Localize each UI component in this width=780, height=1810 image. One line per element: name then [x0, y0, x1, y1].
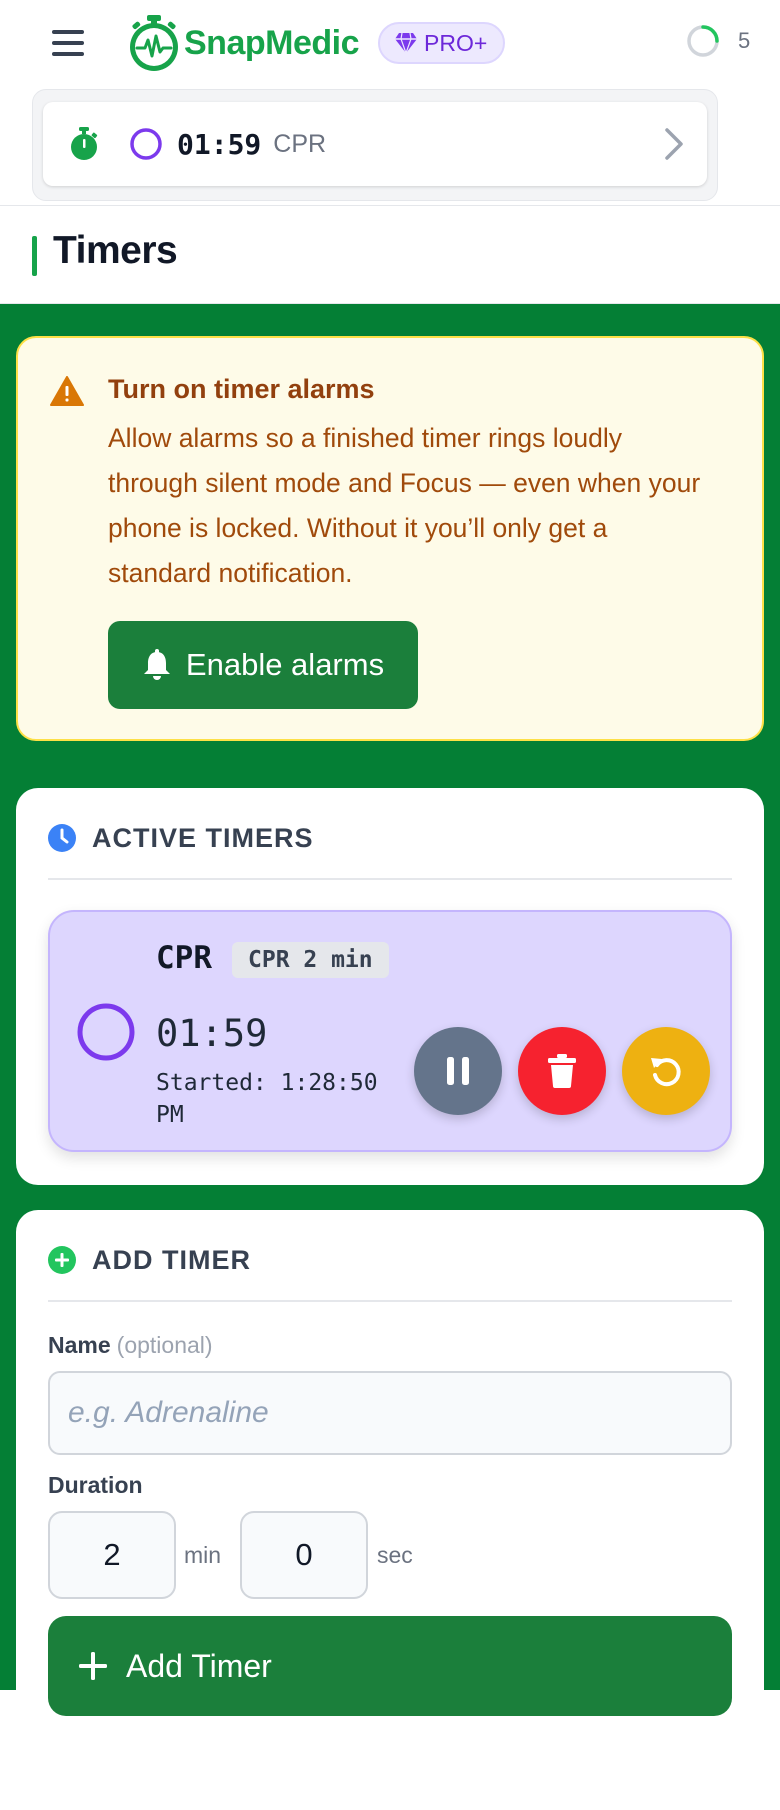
- active-timers-card: ACTIVE TIMERS CPR CPR 2 min 01:59 Starte…: [16, 788, 764, 1185]
- active-timer-time: 01:59: [177, 127, 262, 161]
- pro-badge[interactable]: PRO+: [378, 22, 506, 64]
- add-timer-heading: ADD TIMER: [92, 1245, 251, 1275]
- alert-body: Allow alarms so a finished timer rings l…: [108, 423, 701, 588]
- app-name: SnapMedic: [184, 23, 359, 62]
- add-timer-header: ADD TIMER: [48, 1246, 732, 1302]
- add-timer-button[interactable]: Add Timer: [48, 1616, 732, 1716]
- timer-name-input[interactable]: e.g. Adrenaline: [48, 1371, 732, 1455]
- enable-alarms-label: Enable alarms: [185, 647, 385, 682]
- progress-ring-icon: [130, 128, 162, 160]
- plus-icon: [79, 1652, 107, 1680]
- menu-icon[interactable]: [52, 30, 84, 56]
- page-title-bar: Timers: [0, 206, 780, 304]
- timer-remaining: 01:59: [156, 1012, 268, 1055]
- name-field-label: Name (optional): [48, 1332, 213, 1359]
- active-timer-pill[interactable]: 01:59 CPR: [43, 102, 707, 186]
- sync-count: 5: [738, 28, 751, 53]
- reset-timer-button[interactable]: [622, 1027, 710, 1115]
- sync-status[interactable]: 5: [686, 24, 750, 58]
- pause-icon: [447, 1057, 469, 1085]
- enable-alarms-button[interactable]: Enable alarms: [108, 621, 418, 709]
- diamond-icon: [395, 32, 417, 54]
- timer-progress-ring: [77, 1003, 135, 1061]
- chevron-right-icon: [665, 128, 683, 160]
- alert-title: Turn on timer alarms: [108, 374, 375, 404]
- timer-item: CPR CPR 2 min 01:59 Started: 1:28:50 PM: [48, 910, 732, 1152]
- alarm-permission-alert: Turn on timer alarms Allow alarms so a f…: [16, 336, 764, 741]
- pause-timer-button[interactable]: [414, 1027, 502, 1115]
- pro-badge-label: PRO+: [424, 29, 488, 56]
- title-accent: [32, 236, 37, 276]
- name-label: Name: [48, 1332, 111, 1358]
- active-timers-heading: ACTIVE TIMERS: [92, 823, 314, 853]
- stopwatch-heart-logo-icon: [130, 15, 178, 71]
- clock-icon: [48, 824, 76, 852]
- bell-icon: [143, 649, 170, 680]
- main-content: Turn on timer alarms Allow alarms so a f…: [0, 304, 780, 1810]
- minutes-unit: min: [184, 1542, 222, 1568]
- warning-icon: [50, 376, 84, 406]
- delete-timer-button[interactable]: [518, 1027, 606, 1115]
- trash-icon: [548, 1054, 576, 1088]
- app-header: SnapMedic PRO+ 5 01:59 CPR: [0, 0, 780, 206]
- duration-label: Duration: [48, 1472, 143, 1498]
- seconds-unit: sec: [377, 1542, 413, 1568]
- active-timer-label: CPR: [273, 129, 327, 158]
- app-logo[interactable]: SnapMedic: [128, 14, 359, 72]
- page-title: Timers: [53, 229, 178, 272]
- seconds-input[interactable]: 0: [240, 1511, 368, 1599]
- reset-icon: [651, 1058, 681, 1087]
- add-timer-card: ADD TIMER Name (optional) e.g. Adrenaline…: [16, 1210, 764, 1810]
- stopwatch-icon: [71, 127, 98, 160]
- add-timer-button-label: Add Timer: [126, 1647, 272, 1684]
- active-timer-strip: 01:59 CPR: [32, 89, 718, 201]
- active-timers-header: ACTIVE TIMERS: [48, 824, 732, 880]
- loading-spinner-icon: [687, 25, 719, 57]
- timer-name: CPR: [156, 940, 212, 976]
- minutes-input[interactable]: 2: [48, 1511, 176, 1599]
- timer-preset-tag: CPR 2 min: [232, 942, 389, 978]
- plus-circle-icon: [48, 1246, 76, 1274]
- name-optional-hint: (optional): [116, 1332, 213, 1358]
- timer-started-at: Started: 1:28:50 PM: [156, 1070, 378, 1128]
